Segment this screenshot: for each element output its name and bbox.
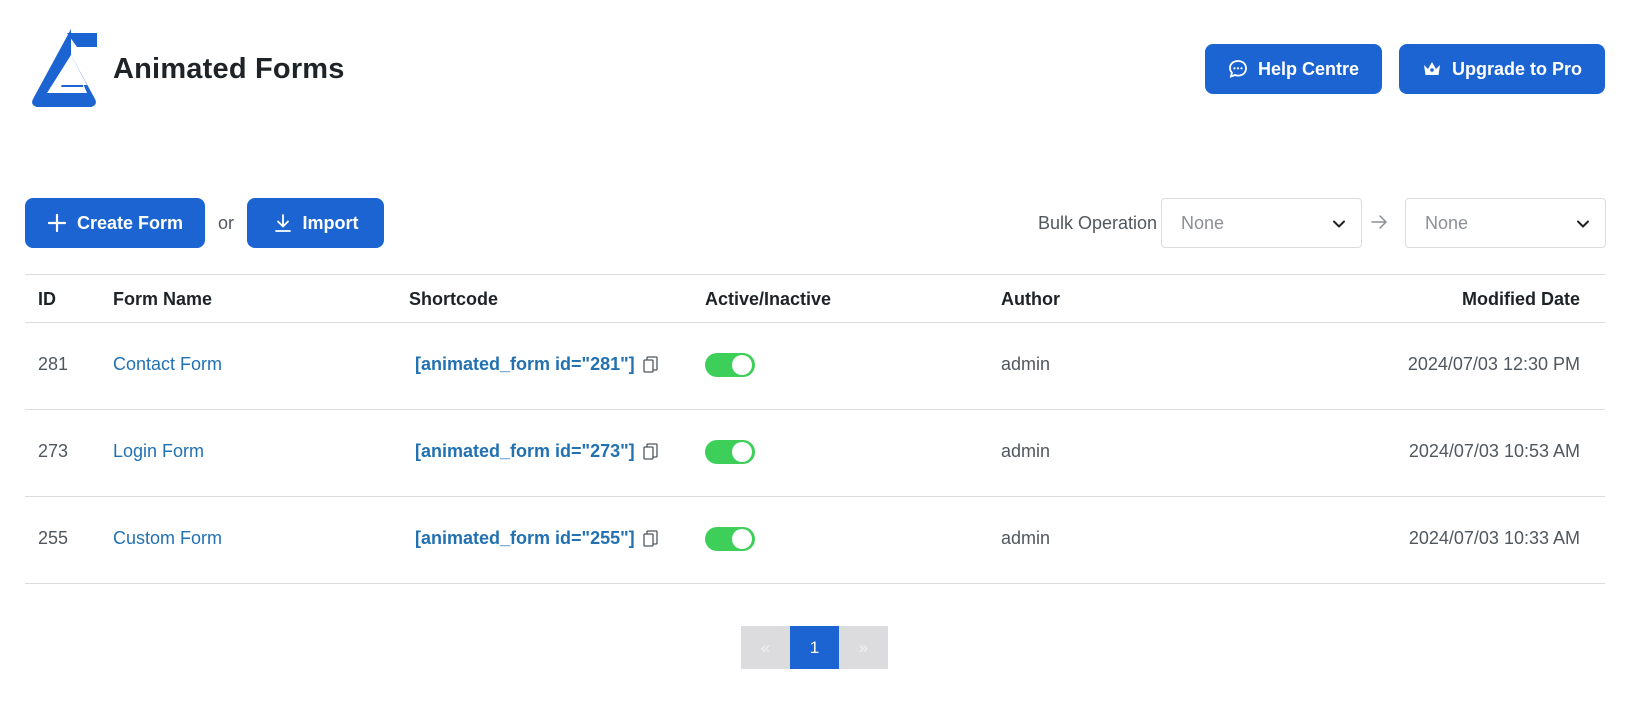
shortcode: [animated_form id="273"]: [415, 441, 658, 462]
toggle-knob: [732, 442, 752, 462]
download-icon: [274, 214, 291, 232]
column-header-author[interactable]: Author: [1001, 289, 1060, 310]
modified-date: 2024/07/03 12:30 PM: [1407, 354, 1580, 374]
active-toggle[interactable]: [705, 440, 755, 464]
table-row: 273 Login Form [animated_form id="273"] …: [25, 410, 1605, 497]
pagination-next-button[interactable]: »: [839, 626, 888, 669]
shortcode: [animated_form id="255"]: [415, 528, 658, 549]
pagination-prev-button[interactable]: «: [741, 626, 790, 669]
import-label: Import: [302, 212, 359, 233]
form-name-link[interactable]: Contact Form: [113, 354, 222, 375]
active-toggle[interactable]: [705, 527, 755, 551]
chevron-down-icon: [1333, 220, 1345, 228]
create-form-button[interactable]: Create Form: [25, 198, 205, 248]
modified-date: 2024/07/03 10:53 AM: [1408, 441, 1580, 461]
shortcode-text[interactable]: [animated_form id="255"]: [415, 528, 635, 549]
chat-bubble-icon: [1229, 60, 1247, 78]
bulk-operation-value: None: [1181, 212, 1225, 233]
column-header-active: Active/Inactive: [705, 289, 832, 309]
shortcode-text[interactable]: [animated_form id="281"]: [415, 354, 635, 375]
help-centre-button[interactable]: Help Centre: [1205, 44, 1382, 94]
column-header-form-name[interactable]: Form Name: [113, 289, 212, 310]
plus-icon: [47, 213, 67, 233]
toolbar: Create Form or Import Bulk Operation Non…: [25, 198, 1606, 248]
table-row: 281 Contact Form [animated_form id="281"…: [25, 323, 1605, 410]
forms-table: ID Form Name Shortcode Active/Inactive A…: [25, 274, 1605, 584]
pagination: « 1 »: [741, 626, 888, 669]
help-centre-label: Help Centre: [1257, 58, 1360, 79]
bulk-operation-select[interactable]: None: [1161, 198, 1362, 248]
toggle-knob: [732, 355, 752, 375]
form-name-link[interactable]: Custom Form: [113, 528, 222, 549]
shortcode: [animated_form id="281"]: [415, 354, 658, 375]
arrow-right-icon: [1371, 215, 1387, 229]
table-row: 255 Custom Form [animated_form id="255"]…: [25, 497, 1605, 584]
copy-icon[interactable]: [642, 442, 658, 461]
create-form-label: Create Form: [76, 212, 184, 233]
animated-forms-logo: [32, 29, 97, 107]
page-header: Animated Forms Help Centre Upgrade to Pr…: [25, 27, 1605, 109]
copy-icon[interactable]: [642, 529, 658, 548]
author: admin: [1001, 441, 1051, 461]
table-header: ID Form Name Shortcode Active/Inactive A…: [25, 274, 1605, 323]
or-separator: or: [218, 213, 235, 233]
copy-icon[interactable]: [642, 355, 658, 374]
column-header-modified-date[interactable]: Modified Date: [1462, 289, 1580, 310]
author: admin: [1001, 354, 1051, 374]
author: admin: [1001, 528, 1051, 548]
chevron-down-icon: [1577, 220, 1589, 228]
pagination-page-1[interactable]: 1: [790, 626, 839, 669]
modified-date: 2024/07/03 10:33 AM: [1408, 528, 1580, 548]
upgrade-to-pro-label: Upgrade to Pro: [1451, 58, 1582, 79]
bulk-operation-label: Bulk Operation: [1038, 213, 1158, 233]
app-title: Animated Forms: [113, 53, 345, 85]
column-header-id[interactable]: ID: [38, 289, 56, 310]
bulk-action-value: None: [1425, 212, 1469, 233]
form-id: 273: [38, 441, 69, 461]
shortcode-text[interactable]: [animated_form id="273"]: [415, 441, 635, 462]
column-header-shortcode: Shortcode: [409, 289, 499, 309]
bulk-action-select[interactable]: None: [1405, 198, 1606, 248]
form-name-link[interactable]: Login Form: [113, 441, 204, 462]
crown-icon: [1423, 62, 1440, 75]
upgrade-to-pro-button[interactable]: Upgrade to Pro: [1399, 44, 1605, 94]
toggle-knob: [732, 529, 752, 549]
form-id: 281: [38, 354, 69, 374]
active-toggle[interactable]: [705, 353, 755, 377]
form-id: 255: [38, 528, 69, 548]
import-button[interactable]: Import: [247, 198, 384, 248]
